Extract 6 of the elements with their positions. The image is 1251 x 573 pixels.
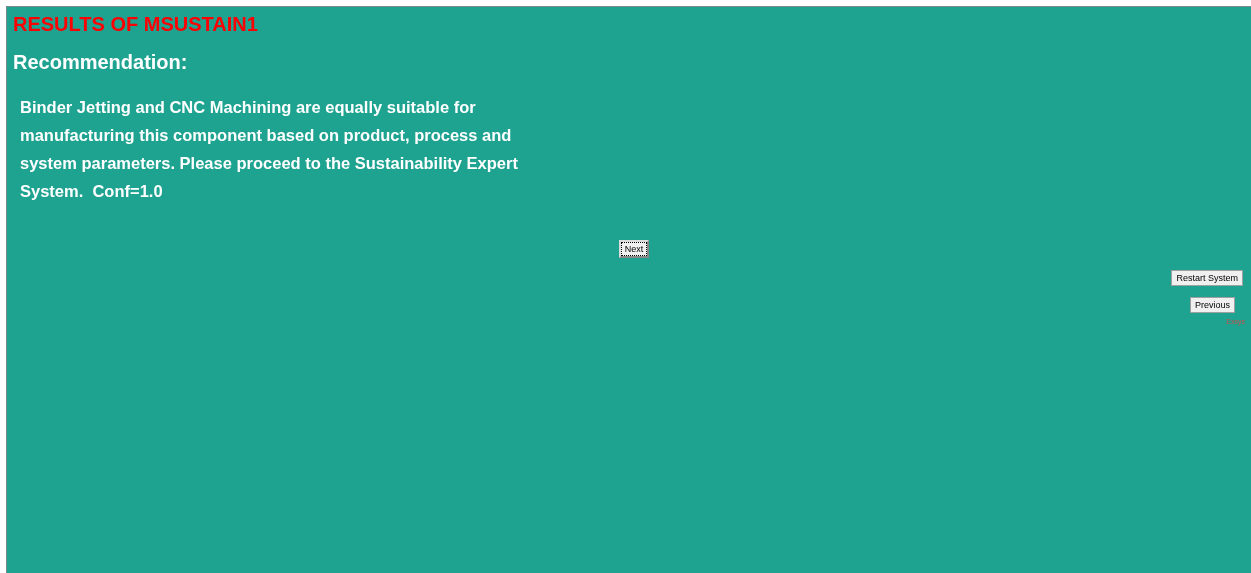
next-button[interactable]: Next	[618, 240, 650, 258]
side-button[interactable]: Previous	[1190, 297, 1235, 313]
section-heading: Recommendation:	[13, 50, 189, 75]
page-title: RESULTS OF MSUSTAIN1	[13, 12, 259, 37]
recommendation-text: Binder Jetting and CNC Machining are equally suitable for manufacturing this component based on product, process and system parameters. Please proceed to the Sustainability Expert System. Conf=1.0	[20, 97, 519, 202]
side-button[interactable]: Restart System	[1171, 270, 1243, 286]
